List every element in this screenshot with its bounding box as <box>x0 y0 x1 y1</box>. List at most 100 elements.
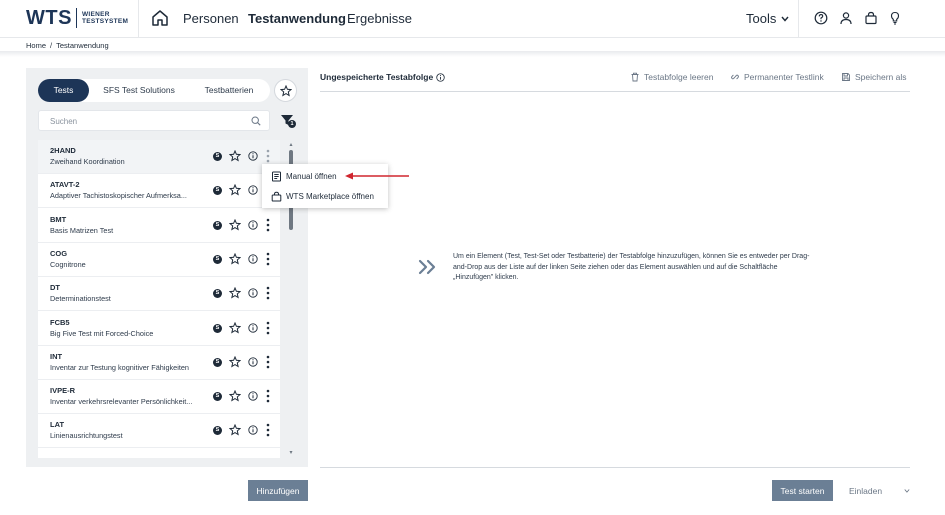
info-icon[interactable] <box>248 357 258 367</box>
more-options-icon[interactable] <box>264 252 272 266</box>
nav-testanwendung[interactable]: Testanwendung <box>248 11 346 26</box>
star-icon[interactable] <box>229 424 241 436</box>
library-tabs: Tests SFS Test Solutions Testbatterien <box>38 79 270 102</box>
more-options-icon[interactable] <box>264 355 272 369</box>
tab-tests[interactable]: Tests <box>38 79 89 102</box>
wts-logo[interactable]: WTS WIENER TESTSYSTEM <box>26 7 128 29</box>
info-icon[interactable] <box>248 391 258 401</box>
permanent-testlink-label: Permanenter Testlink <box>744 72 824 82</box>
nav-personen[interactable]: Personen <box>183 11 239 26</box>
clear-sequence-button[interactable]: Testabfolge leeren <box>630 72 713 82</box>
star-icon[interactable] <box>229 321 241 334</box>
info-icon[interactable] <box>248 219 258 230</box>
test-code: LAT <box>50 420 65 430</box>
more-options-icon[interactable] <box>264 149 272 163</box>
star-icon[interactable] <box>229 252 241 265</box>
sequence-top-divider <box>320 91 910 92</box>
search-input[interactable] <box>39 112 239 131</box>
tab-testbatterien[interactable]: Testbatterien <box>188 79 270 102</box>
test-list-item[interactable]: BMT Basis Matrizen Test S <box>38 209 280 243</box>
star-icon[interactable] <box>229 184 241 196</box>
save-as-label: Speichern als <box>855 72 907 82</box>
info-icon[interactable] <box>248 322 258 333</box>
shopping-bag-icon[interactable] <box>864 11 878 25</box>
chevron-down-icon <box>781 16 789 22</box>
star-icon[interactable] <box>229 150 241 162</box>
header-divider <box>138 0 139 38</box>
test-list-item[interactable]: COG Cognitrone S <box>38 243 280 277</box>
star-icon[interactable] <box>229 390 241 402</box>
more-options-icon[interactable] <box>264 286 272 300</box>
sequence-title-text: Ungespeicherte Testabfolge <box>320 72 434 82</box>
save-as-button[interactable]: Speichern als <box>841 72 907 82</box>
search-field <box>38 110 270 131</box>
test-list-item[interactable]: 2HAND Zweihand Koordination S <box>38 140 280 174</box>
home-icon[interactable] <box>150 8 170 28</box>
chevron-down-icon <box>904 488 910 493</box>
info-icon[interactable] <box>248 425 258 436</box>
sfs-badge: S <box>213 220 222 230</box>
user-icon[interactable] <box>839 11 853 25</box>
test-name: Linienausrichtungstest <box>50 431 123 441</box>
nav-ergebnisse[interactable]: Ergebnisse <box>347 11 412 26</box>
test-name: Basis Matrizen Test <box>50 225 114 235</box>
test-list-item[interactable]: FCB5 Big Five Test mit Forced-Choice S <box>38 312 280 346</box>
star-icon[interactable] <box>229 287 241 299</box>
menu-item-label: Manual öffnen <box>286 171 337 181</box>
test-list-item[interactable]: IVPE-R Inventar verkehrsrelevanter Persön… <box>38 380 280 415</box>
test-list: 2HAND Zweihand Koordination S ATAVT-2 Adapti… <box>38 140 280 458</box>
save-icon <box>842 73 850 81</box>
info-icon[interactable] <box>248 151 258 161</box>
test-list-item[interactable]: DT Determinationstest S <box>38 277 280 312</box>
test-code: IVPE-R <box>50 386 76 396</box>
lightbulb-icon[interactable] <box>888 11 902 25</box>
test-name: Inventar verkehrsrelevanter Persönlichke… <box>50 397 193 407</box>
permanent-testlink-button[interactable]: Permanenter Testlink <box>730 72 824 82</box>
favorites-filter-button[interactable] <box>274 79 297 102</box>
breadcrumb-testanwendung[interactable]: Testanwendung <box>56 41 109 50</box>
start-test-button[interactable]: Test starten <box>772 480 833 501</box>
sfs-badge: S <box>213 392 222 402</box>
test-name: Zweihand Koordination <box>50 157 125 166</box>
breadcrumb: Home / Testanwendung <box>26 41 109 50</box>
logo-divider <box>75 8 77 28</box>
trash-icon <box>631 72 639 82</box>
sfs-badge: S <box>213 289 222 299</box>
tools-label: Tools <box>746 11 777 26</box>
test-code: ATAVT-2 <box>50 180 80 190</box>
info-icon[interactable] <box>248 185 258 195</box>
test-list-item[interactable]: ATAVT-2 Adaptiver Tachistoskopischer Aufm… <box>38 174 280 209</box>
star-icon <box>279 84 292 97</box>
header-divider-right <box>798 0 799 38</box>
shopping-bag-icon <box>271 191 282 201</box>
more-options-icon[interactable] <box>264 423 272 437</box>
search-icon[interactable] <box>251 116 261 126</box>
breadcrumb-separator: / <box>50 41 53 50</box>
tools-menu[interactable]: Tools <box>746 11 789 26</box>
scroll-up-arrow[interactable]: ▴ <box>288 142 294 148</box>
test-code: BMT <box>50 214 67 224</box>
sequence-bottom-divider <box>320 467 910 468</box>
star-icon[interactable] <box>229 355 241 368</box>
star-icon[interactable] <box>229 218 241 231</box>
invite-dropdown[interactable]: Einladen <box>841 480 910 501</box>
add-button[interactable]: Hinzufügen <box>248 480 308 501</box>
info-icon[interactable] <box>436 72 445 82</box>
more-options-icon[interactable] <box>264 321 272 335</box>
help-icon[interactable] <box>814 11 828 25</box>
logo-subtitle: WIENER TESTSYSTEM <box>82 11 128 25</box>
info-icon[interactable] <box>248 288 258 298</box>
more-options-icon[interactable] <box>264 218 272 232</box>
sfs-badge: S <box>213 426 222 436</box>
info-icon[interactable] <box>248 254 258 264</box>
more-options-icon[interactable] <box>264 389 272 403</box>
tab-sfs-test-solutions[interactable]: SFS Test Solutions <box>94 79 184 102</box>
test-name: Cognitrone <box>50 259 86 269</box>
test-list-item[interactable]: INT Inventar zur Testung kognitiver Fähig… <box>38 346 280 380</box>
breadcrumb-home[interactable]: Home <box>26 41 46 50</box>
test-list-item[interactable]: LAT Linienausrichtungstest S <box>38 414 280 449</box>
double-chevron-right-icon <box>418 259 436 275</box>
menu-item-open-marketplace[interactable]: WTS Marketplace öffnen <box>262 186 388 206</box>
scroll-down-arrow[interactable]: ▾ <box>288 450 294 456</box>
test-name: Adaptiver Tachistoskopischer Aufmerksa..… <box>50 191 187 201</box>
